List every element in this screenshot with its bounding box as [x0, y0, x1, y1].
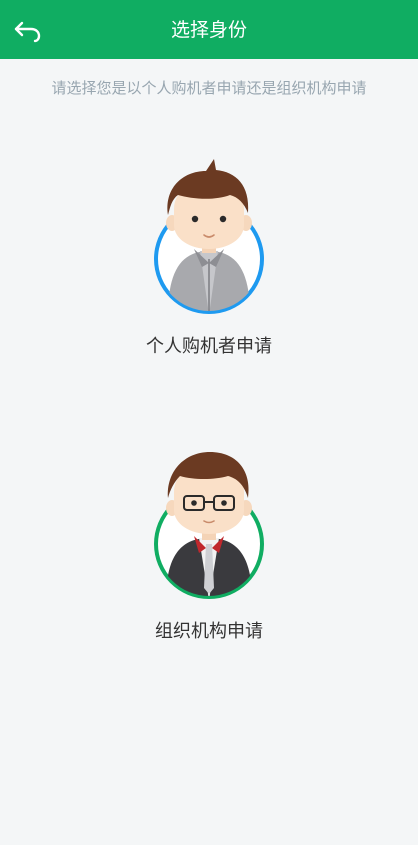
personal-applicant-label: 个人购机者申请	[146, 336, 272, 357]
organization-avatar-icon	[154, 452, 264, 599]
organization-applicant-option[interactable]: 组织机构申请	[109, 440, 309, 644]
organization-applicant-label: 组织机构申请	[155, 621, 263, 642]
personal-applicant-option[interactable]: 个人购机者申请	[109, 155, 309, 359]
personal-avatar-icon	[154, 159, 264, 314]
top-bar: 选择身份	[0, 0, 418, 59]
page-title: 选择身份	[170, 19, 247, 41]
instruction-text: 请选择您是以个人购机者申请还是组织机构申请	[51, 79, 367, 97]
